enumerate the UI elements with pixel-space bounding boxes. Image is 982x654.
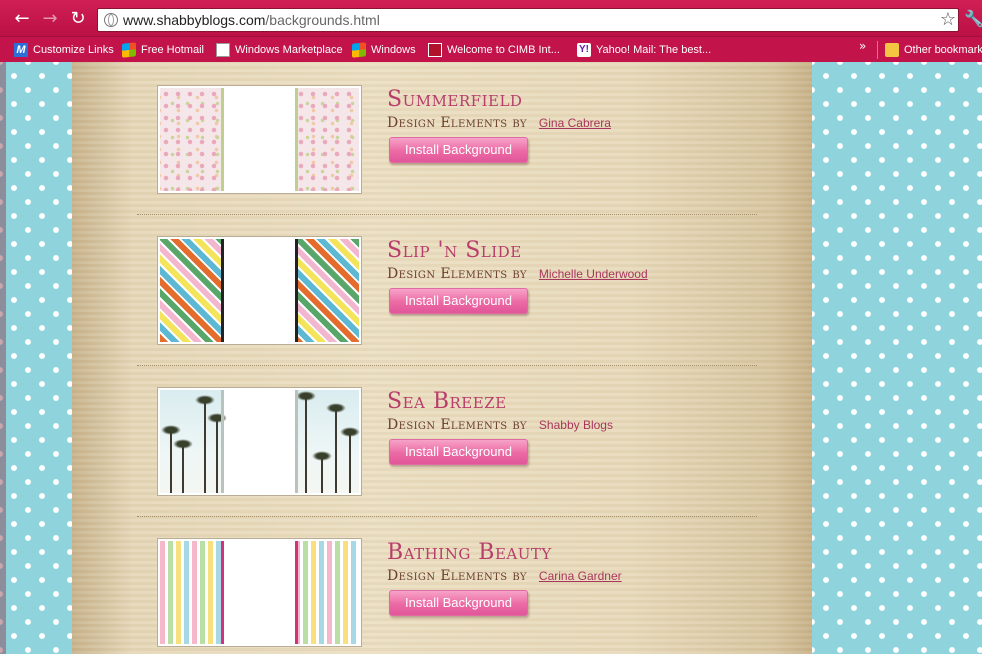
designer-credit: Design Elements by Michelle Underwood xyxy=(387,266,648,282)
background-thumbnail[interactable] xyxy=(157,538,362,647)
bookmark-windows-marketplace[interactable]: Windows Marketplace xyxy=(216,41,343,59)
background-title: Bathing Beauty xyxy=(387,540,552,565)
designer-credit: Design Elements by Gina Cabrera xyxy=(387,115,611,131)
forward-arrow-icon[interactable]: → xyxy=(40,9,60,29)
wrench-menu-icon[interactable]: 🔧 xyxy=(964,9,982,29)
bookmark-label: Windows Marketplace xyxy=(235,44,343,56)
background-thumbnail[interactable] xyxy=(157,387,362,496)
stripe-pattern-right xyxy=(295,239,359,342)
bookmarks-bar: M Customize Links Free Hotmail Windows Ma… xyxy=(0,36,982,63)
windows-flag-icon xyxy=(352,42,366,58)
left-edge-shadow xyxy=(0,62,6,654)
background-title: Summerfield xyxy=(387,87,523,112)
bookmark-star-icon[interactable]: ☆ xyxy=(940,9,956,31)
bookmarks-overflow-icon[interactable]: » xyxy=(859,39,866,53)
browser-chrome: ← → ↻ www.shabbyblogs.com/backgrounds.ht… xyxy=(0,0,982,63)
designer-link[interactable]: Gina Cabrera xyxy=(539,116,611,130)
yahoo-icon: Y! xyxy=(577,43,591,57)
designer-link[interactable]: Carina Gardner xyxy=(539,569,622,583)
msn-icon: M xyxy=(14,43,28,57)
swimsuit-pattern-left xyxy=(160,541,224,644)
other-bookmarks[interactable]: Other bookmarks xyxy=(885,41,982,59)
bookmarks-separator xyxy=(877,41,878,59)
install-background-button[interactable]: Install Background xyxy=(389,288,528,314)
palm-pattern-left xyxy=(160,390,227,493)
floral-pattern-right xyxy=(295,88,359,191)
palm-tree xyxy=(195,395,215,493)
stripe-pattern-left xyxy=(160,239,224,342)
bookmark-label: Windows xyxy=(371,44,416,56)
url-path: /backgrounds.html xyxy=(265,12,380,28)
bookmark-free-hotmail[interactable]: Free Hotmail xyxy=(122,41,204,59)
item-divider xyxy=(137,214,757,215)
swimsuit-pattern-right xyxy=(295,541,359,644)
designer-credit: Design Elements by Shabby Blogs xyxy=(387,417,613,433)
bookmark-windows[interactable]: Windows xyxy=(352,41,416,59)
cimb-icon xyxy=(428,43,442,57)
install-background-button[interactable]: Install Background xyxy=(389,439,528,465)
folder-icon xyxy=(885,43,899,57)
palm-tree xyxy=(326,403,346,493)
designer-name: Shabby Blogs xyxy=(538,418,613,432)
document-icon xyxy=(216,43,230,57)
palm-tree xyxy=(161,425,181,493)
address-url[interactable]: www.shabbyblogs.com/backgrounds.html xyxy=(123,12,380,28)
url-host: www.shabbyblogs.com xyxy=(123,12,266,28)
bookmark-label: Welcome to CIMB Int... xyxy=(447,44,560,56)
bookmark-label: Yahoo! Mail: The best... xyxy=(596,44,712,56)
bookmark-label: Free Hotmail xyxy=(141,44,204,56)
item-divider xyxy=(137,365,757,366)
windows-flag-icon xyxy=(122,42,136,58)
designer-credit: Design Elements by Carina Gardner xyxy=(387,568,622,584)
address-bar[interactable]: www.shabbyblogs.com/backgrounds.html ☆ xyxy=(97,8,959,32)
item-divider xyxy=(137,516,757,517)
credit-label: Design Elements by xyxy=(387,266,527,282)
credit-label: Design Elements by xyxy=(387,568,527,584)
floral-pattern-left xyxy=(160,88,224,191)
background-thumbnail[interactable] xyxy=(157,85,362,194)
bookmark-cimb[interactable]: Welcome to CIMB Int... xyxy=(428,41,560,59)
other-bookmarks-label: Other bookmarks xyxy=(904,44,982,56)
palm-tree xyxy=(296,391,316,493)
bookmark-label: Customize Links xyxy=(33,44,114,56)
background-thumbnail[interactable] xyxy=(157,236,362,345)
credit-label: Design Elements by xyxy=(387,115,527,131)
palm-tree xyxy=(207,413,227,493)
globe-icon xyxy=(104,13,118,27)
bookmark-customize-links[interactable]: M Customize Links xyxy=(14,41,114,59)
install-background-button[interactable]: Install Background xyxy=(389,137,528,163)
palm-tree xyxy=(340,427,360,493)
palm-tree xyxy=(173,439,193,493)
palm-pattern-right xyxy=(295,390,360,493)
bookmark-yahoo-mail[interactable]: Y! Yahoo! Mail: The best... xyxy=(577,41,711,59)
install-background-button[interactable]: Install Background xyxy=(389,590,528,616)
background-title: Sea Breeze xyxy=(387,389,507,414)
palm-tree xyxy=(312,451,332,493)
designer-link[interactable]: Michelle Underwood xyxy=(539,267,648,281)
polka-dot-border-left xyxy=(0,62,72,654)
polka-dot-border-right xyxy=(812,62,982,654)
credit-label: Design Elements by xyxy=(387,417,527,433)
back-arrow-icon[interactable]: ← xyxy=(12,9,32,29)
background-title: Slip 'n Slide xyxy=(387,238,522,263)
reload-icon[interactable]: ↻ xyxy=(68,9,88,29)
